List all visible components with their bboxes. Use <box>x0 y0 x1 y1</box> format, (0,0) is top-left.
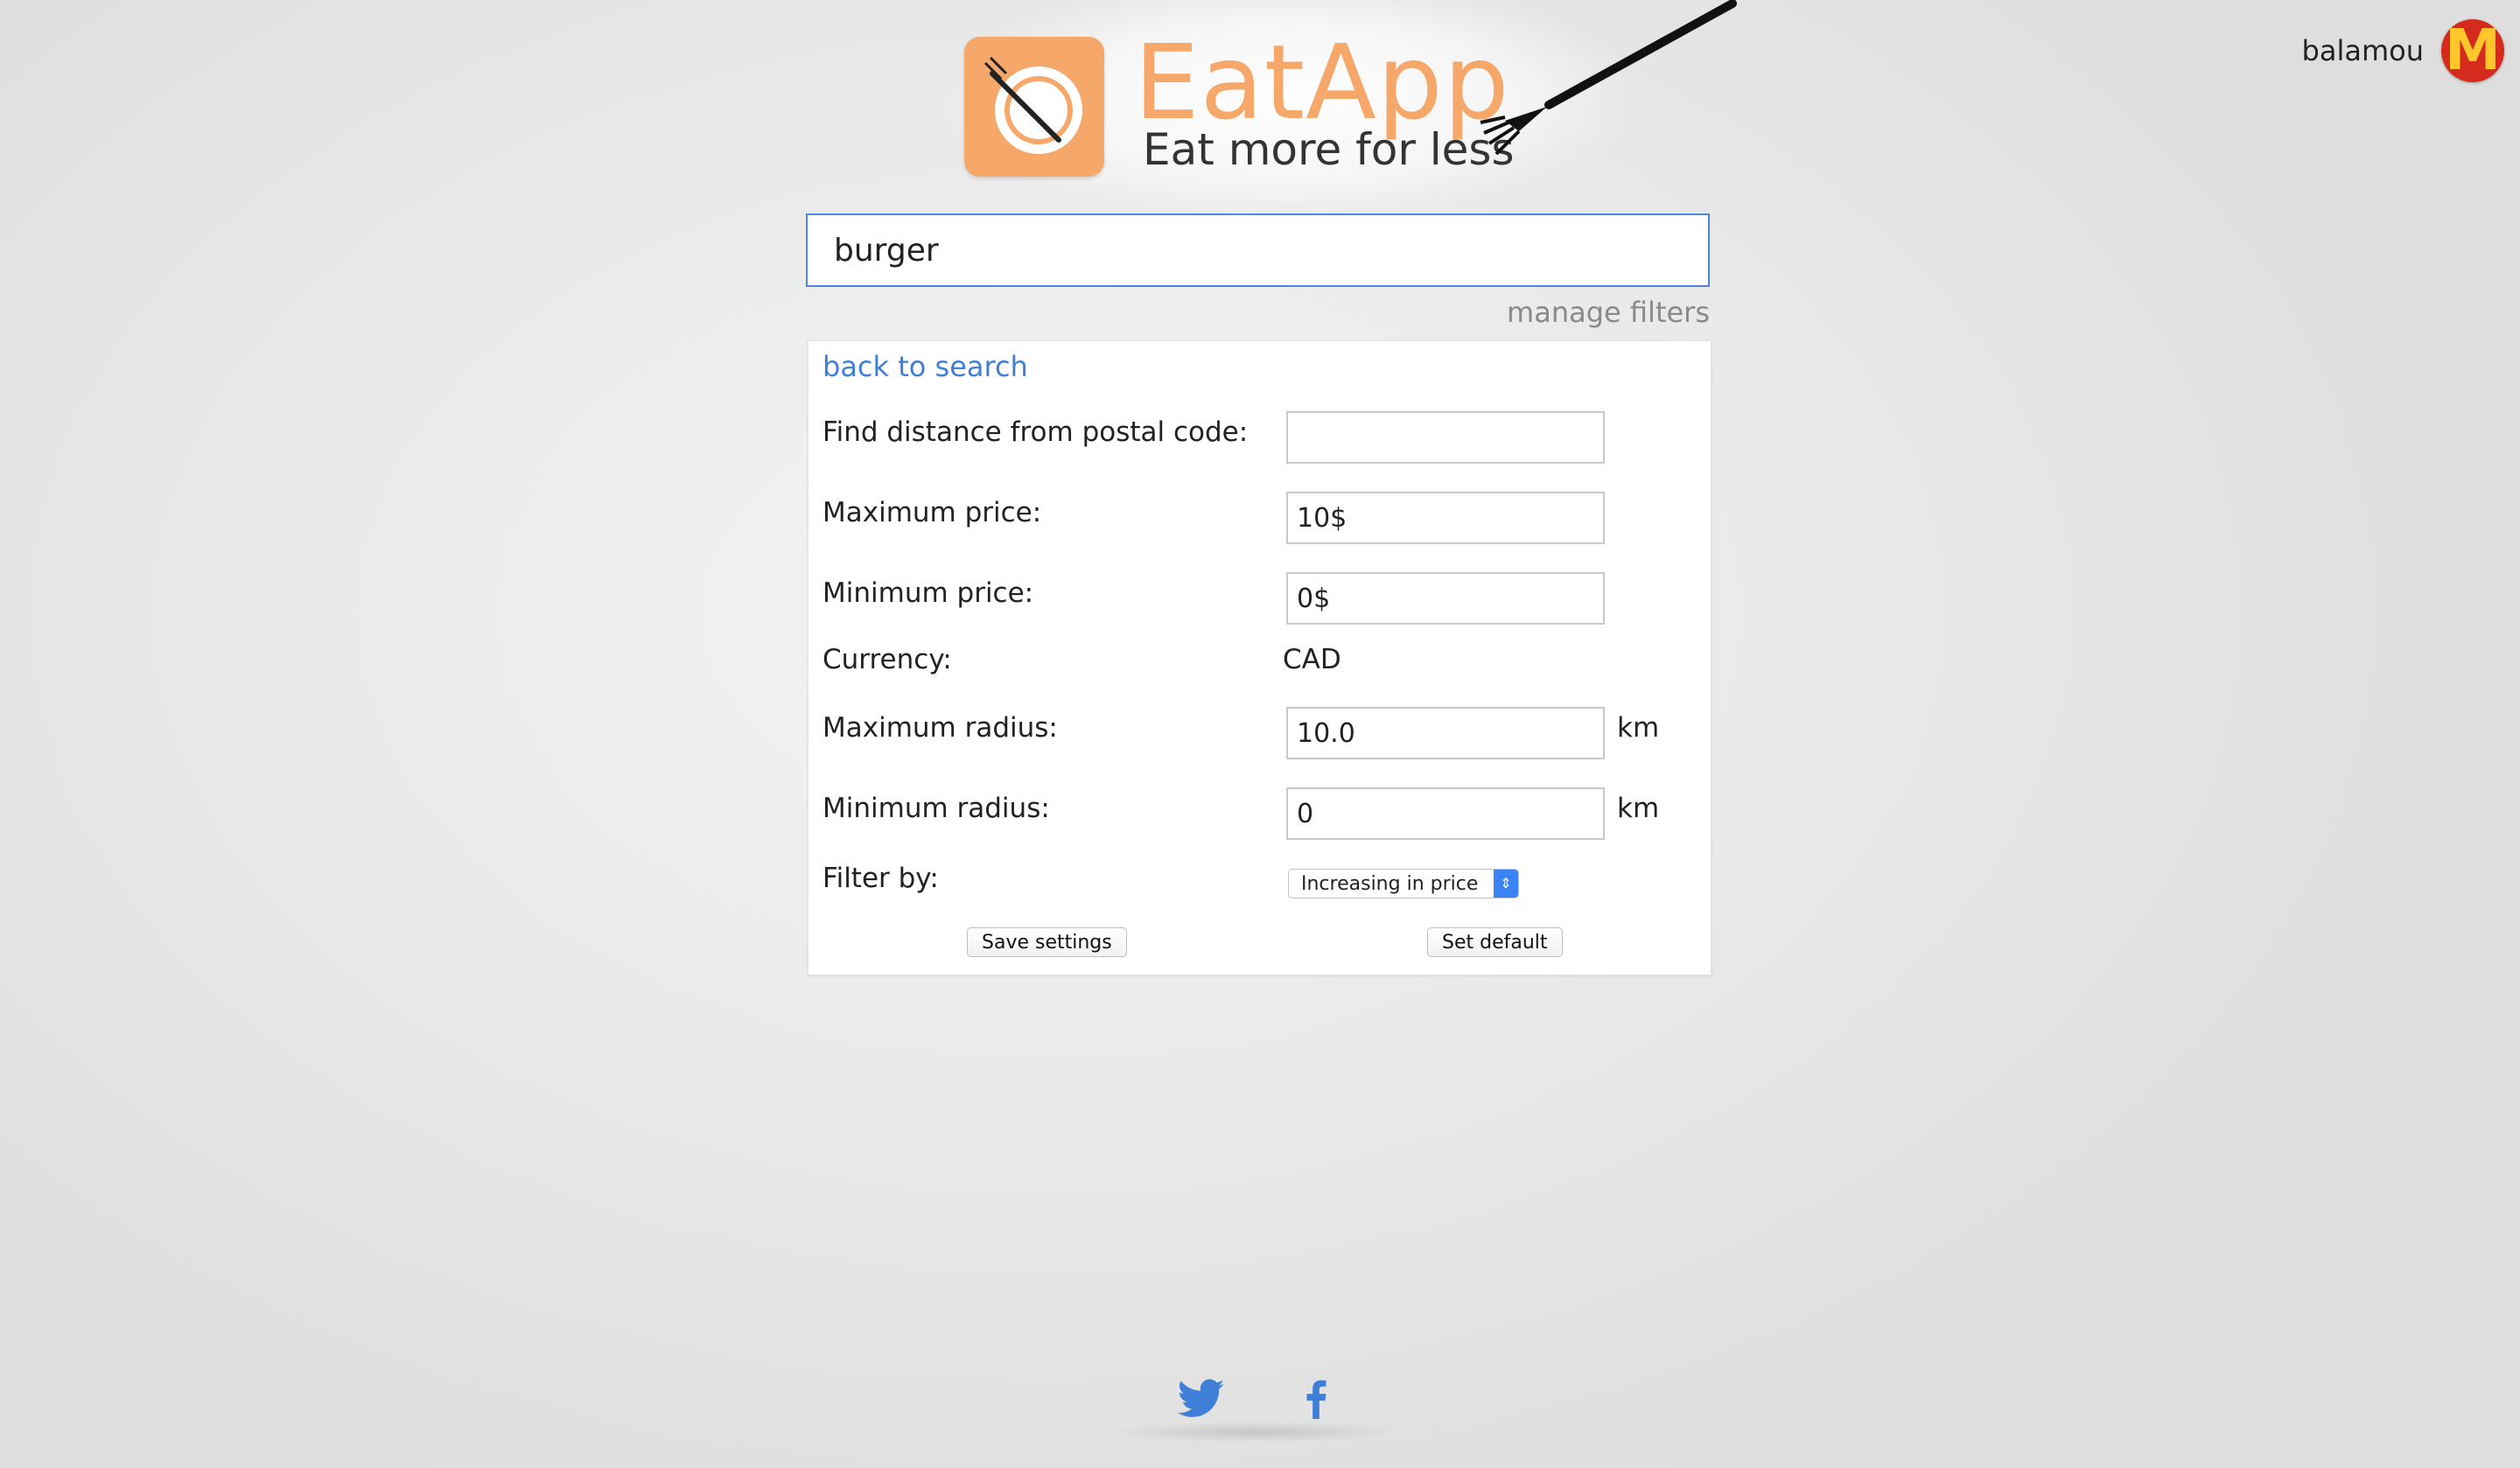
currency-value: CAD <box>1283 644 1341 675</box>
app-logo[interactable]: EatApp Eat more for less <box>936 0 1737 219</box>
min-price-field[interactable] <box>1286 572 1605 625</box>
search-input[interactable] <box>806 213 1710 287</box>
max-radius-field[interactable] <box>1286 707 1605 759</box>
max-radius-unit: km <box>1617 712 1660 744</box>
footer-shadow <box>1111 1422 1400 1443</box>
twitter-icon[interactable] <box>1178 1379 1225 1419</box>
filter-by-select[interactable]: Increasing in price ⇕ <box>1288 869 1519 898</box>
max-price-field[interactable] <box>1286 492 1605 544</box>
min-radius-label: Minimum radius: <box>822 793 1050 824</box>
manage-filters-link[interactable]: manage filters <box>1507 296 1710 329</box>
back-to-search-link[interactable]: back to search <box>822 350 1028 383</box>
max-radius-label: Maximum radius: <box>822 712 1058 744</box>
min-price-label: Minimum price: <box>822 577 1034 609</box>
save-settings-button[interactable]: Save settings <box>967 927 1127 957</box>
facebook-icon[interactable] <box>1306 1379 1326 1419</box>
currency-label: Currency: <box>822 644 952 675</box>
select-arrows-icon: ⇕ <box>1494 870 1518 898</box>
filter-by-value: Increasing in price <box>1301 872 1479 895</box>
max-price-label: Maximum price: <box>822 497 1042 528</box>
min-radius-field[interactable] <box>1286 787 1605 840</box>
filter-by-label: Filter by: <box>822 863 939 894</box>
user-menu[interactable]: balamou M <box>2302 19 2504 82</box>
postal-code-field[interactable] <box>1286 411 1605 464</box>
avatar[interactable]: M <box>2441 19 2504 82</box>
postal-code-label: Find distance from postal code: <box>822 416 1249 448</box>
filter-settings-panel: back to search Find distance from postal… <box>808 340 1712 975</box>
avatar-logo: M <box>2445 18 2501 83</box>
fork-icon <box>1480 0 1737 156</box>
username: balamou <box>2301 34 2424 67</box>
set-default-button[interactable]: Set default <box>1427 927 1563 957</box>
min-radius-unit: km <box>1617 793 1660 824</box>
plate-icon <box>964 37 1104 177</box>
